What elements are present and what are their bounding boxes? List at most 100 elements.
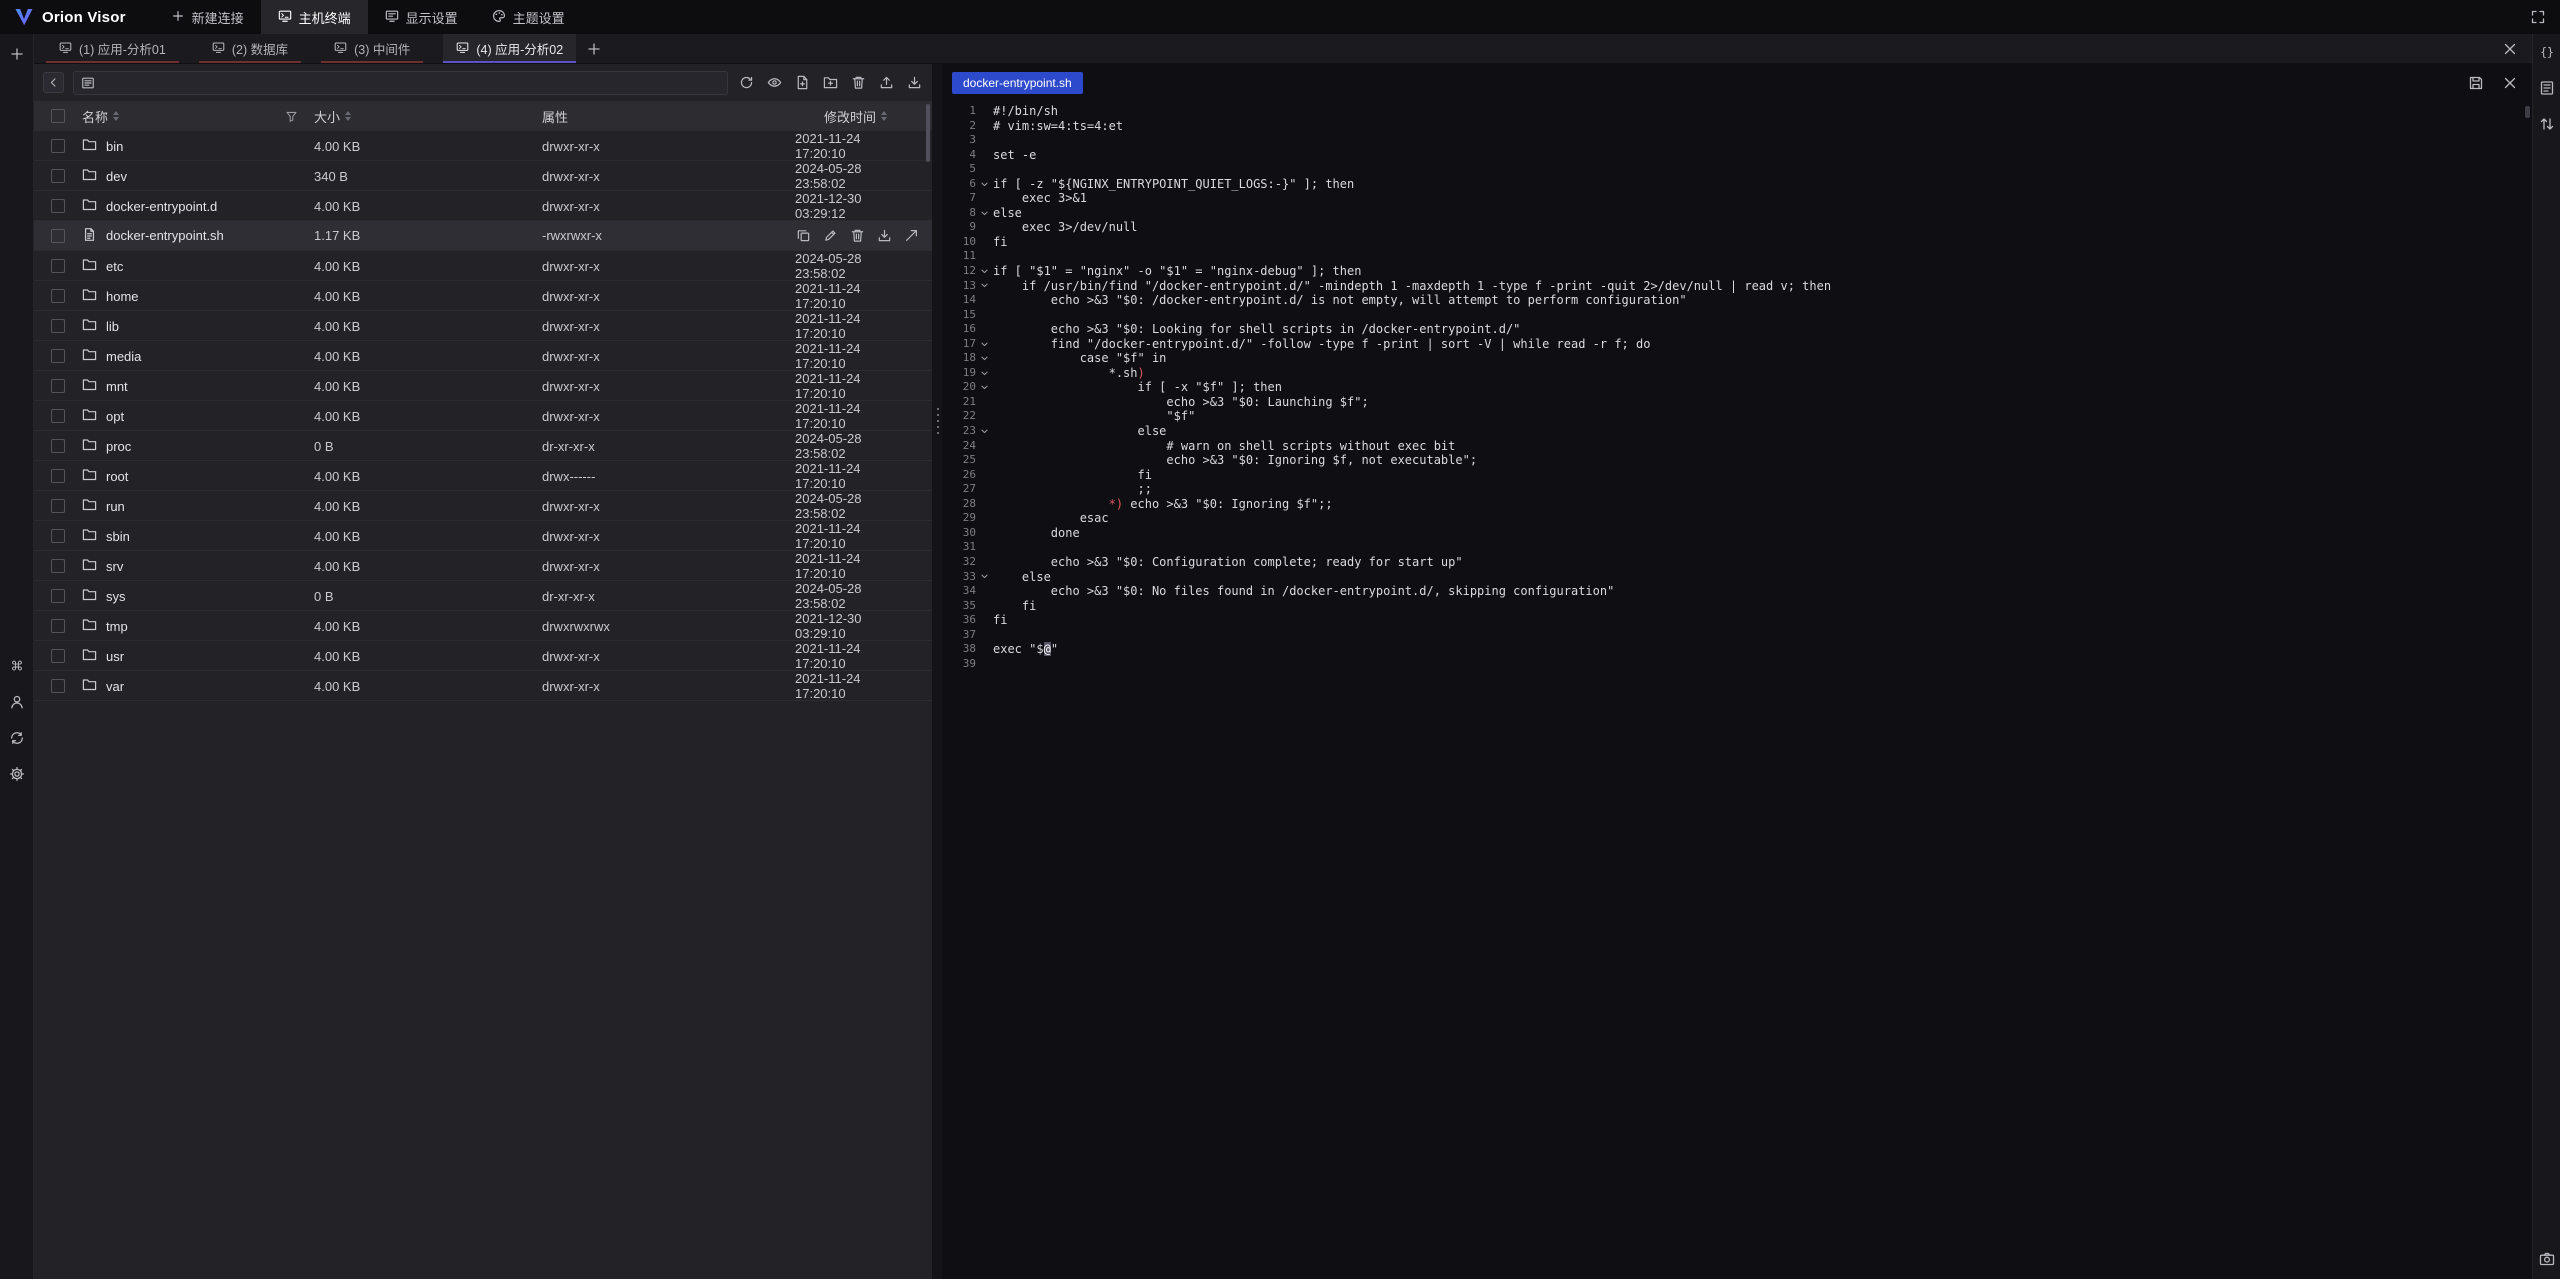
row-checkbox[interactable] [51, 559, 65, 573]
file-name[interactable]: bin [106, 139, 123, 154]
fold-chevron-icon[interactable] [976, 351, 993, 366]
fold-chevron-icon[interactable] [976, 279, 993, 294]
file-row-etc[interactable]: etc4.00 KBdrwxr-xr-x2024-05-28 23:58:02 [34, 251, 932, 281]
row-checkbox[interactable] [51, 289, 65, 303]
code-line[interactable]: 7 exec 3>&1 [946, 191, 2532, 206]
swap-panels-icon[interactable] [2535, 112, 2559, 136]
menu-item[interactable]: 新建连接 [154, 0, 261, 34]
file-name[interactable]: tmp [106, 619, 128, 634]
file-name[interactable]: var [106, 679, 124, 694]
code-line[interactable]: 20 if [ -x "$f" ]; then [946, 380, 2532, 395]
file-row-docker-entrypoint.sh[interactable]: docker-entrypoint.sh1.17 KB-rwxrwxr-x [34, 221, 932, 251]
download-icon[interactable] [876, 227, 893, 244]
sync-icon[interactable] [5, 726, 29, 750]
file-name[interactable]: dev [106, 169, 127, 184]
path-input-wrap[interactable] [73, 71, 728, 95]
file-row-mnt[interactable]: mnt4.00 KBdrwxr-xr-x2021-11-24 17:20:10 [34, 371, 932, 401]
file-row-home[interactable]: home4.00 KBdrwxr-xr-x2021-11-24 17:20:10 [34, 281, 932, 311]
code-area[interactable]: 1#!/bin/sh2# vim:sw=4:ts=4:et34set -e56i… [946, 104, 2532, 1279]
file-name[interactable]: home [106, 289, 139, 304]
fullscreen-icon[interactable] [2526, 5, 2550, 29]
row-checkbox[interactable] [51, 349, 65, 363]
file-name[interactable]: root [106, 469, 128, 484]
row-checkbox[interactable] [51, 139, 65, 153]
file-name[interactable]: etc [106, 259, 123, 274]
file-row-tmp[interactable]: tmp4.00 KBdrwxrwxrwx2021-12-30 03:29:10 [34, 611, 932, 641]
file-name[interactable]: proc [106, 439, 131, 454]
file-name[interactable]: docker-entrypoint.sh [106, 228, 224, 243]
code-line[interactable]: 23 else [946, 424, 2532, 439]
eye-icon[interactable] [765, 74, 783, 92]
row-checkbox[interactable] [51, 469, 65, 483]
code-line[interactable]: 24 # warn on shell scripts without exec … [946, 439, 2532, 454]
sort-mtime-icon[interactable] [881, 111, 887, 121]
fold-chevron-icon[interactable] [976, 264, 993, 279]
file-list-panel-icon[interactable] [2535, 76, 2559, 100]
new-connection-icon[interactable] [5, 42, 29, 66]
sort-size-icon[interactable] [345, 111, 351, 121]
menu-item[interactable]: 显示设置 [368, 0, 475, 34]
code-line[interactable]: 26 fi [946, 468, 2532, 483]
fold-chevron-icon[interactable] [976, 206, 993, 221]
code-line[interactable]: 37 [946, 628, 2532, 643]
braces-icon[interactable]: {} [2535, 40, 2559, 64]
move-icon[interactable] [903, 227, 920, 244]
menu-item[interactable]: 主机终端 [261, 0, 368, 34]
file-name[interactable]: lib [106, 319, 119, 334]
code-line[interactable]: 3 [946, 133, 2532, 148]
save-icon[interactable] [2464, 71, 2488, 95]
row-checkbox[interactable] [51, 379, 65, 393]
code-line[interactable]: 14 echo >&3 "$0: /docker-entrypoint.d/ i… [946, 293, 2532, 308]
code-line[interactable]: 12if [ "$1" = "nginx" -o "$1" = "nginx-d… [946, 264, 2532, 279]
command-snippets-icon[interactable]: ⌘ [5, 654, 29, 678]
panel-splitter[interactable] [932, 64, 942, 1279]
folder-plus-icon[interactable] [821, 74, 839, 92]
fold-chevron-icon[interactable] [976, 177, 993, 192]
code-line[interactable]: 38exec "$@" [946, 642, 2532, 657]
terminal-tab[interactable]: (4) 应用-分析02 [443, 34, 576, 63]
code-line[interactable]: 19 *.sh) [946, 366, 2532, 381]
row-checkbox[interactable] [51, 649, 65, 663]
sort-name-icon[interactable] [113, 111, 119, 121]
file-name[interactable]: mnt [106, 379, 128, 394]
file-name[interactable]: sbin [106, 529, 130, 544]
code-line[interactable]: 28 *) echo >&3 "$0: Ignoring $f";; [946, 497, 2532, 512]
file-row-sbin[interactable]: sbin4.00 KBdrwxr-xr-x2021-11-24 17:20:10 [34, 521, 932, 551]
file-row-media[interactable]: media4.00 KBdrwxr-xr-x2021-11-24 17:20:1… [34, 341, 932, 371]
code-line[interactable]: 9 exec 3>/dev/null [946, 220, 2532, 235]
editor-file-tab[interactable]: docker-entrypoint.sh [952, 72, 1083, 94]
row-checkbox[interactable] [51, 529, 65, 543]
code-line[interactable]: 4set -e [946, 148, 2532, 163]
row-checkbox[interactable] [51, 619, 65, 633]
user-icon[interactable] [5, 690, 29, 714]
row-checkbox[interactable] [51, 319, 65, 333]
row-checkbox[interactable] [51, 409, 65, 423]
file-name[interactable]: sys [106, 589, 126, 604]
file-name[interactable]: srv [106, 559, 123, 574]
menu-item[interactable]: 主题设置 [475, 0, 582, 34]
file-row-usr[interactable]: usr4.00 KBdrwxr-xr-x2021-11-24 17:20:10 [34, 641, 932, 671]
row-checkbox[interactable] [51, 499, 65, 513]
code-line[interactable]: 29 esac [946, 511, 2532, 526]
file-plus-icon[interactable] [793, 74, 811, 92]
code-line[interactable]: 22 "$f" [946, 409, 2532, 424]
file-name[interactable]: usr [106, 649, 124, 664]
code-line[interactable]: 34 echo >&3 "$0: No files found in /dock… [946, 584, 2532, 599]
app-logo[interactable]: Orion Visor [0, 8, 146, 26]
row-checkbox[interactable] [51, 199, 65, 213]
code-line[interactable]: 5 [946, 162, 2532, 177]
screenshot-icon[interactable] [2535, 1247, 2559, 1271]
file-name[interactable]: docker-entrypoint.d [106, 199, 217, 214]
file-row-srv[interactable]: srv4.00 KBdrwxr-xr-x2021-11-24 17:20:10 [34, 551, 932, 581]
edit-icon[interactable] [822, 227, 839, 244]
code-line[interactable]: 17 find "/docker-entrypoint.d/" -follow … [946, 337, 2532, 352]
refresh-icon[interactable] [737, 74, 755, 92]
code-line[interactable]: 35 fi [946, 599, 2532, 614]
fold-chevron-icon[interactable] [976, 337, 993, 352]
code-line[interactable]: 30 done [946, 526, 2532, 541]
row-checkbox[interactable] [51, 589, 65, 603]
file-row-dev[interactable]: dev340 Bdrwxr-xr-x2024-05-28 23:58:02 [34, 161, 932, 191]
code-line[interactable]: 32 echo >&3 "$0: Configuration complete;… [946, 555, 2532, 570]
code-line[interactable]: 8else [946, 206, 2532, 221]
code-line[interactable]: 39 [946, 657, 2532, 672]
